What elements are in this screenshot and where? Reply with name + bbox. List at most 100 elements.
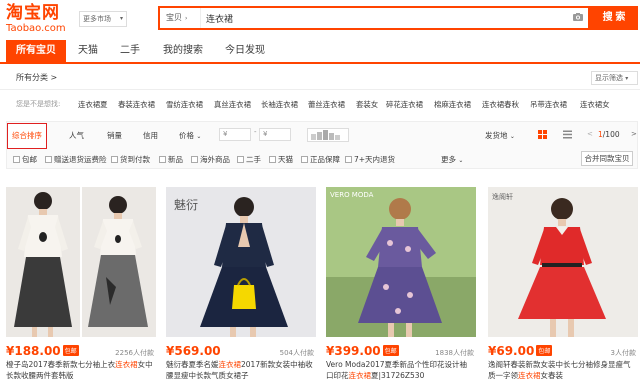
- sort-popularity[interactable]: 人气: [69, 130, 84, 141]
- suggestion-link[interactable]: 连衣裙夏: [78, 99, 108, 110]
- product-image[interactable]: 魅衍: [166, 187, 316, 337]
- pager-indicator: 1/100: [598, 130, 620, 139]
- price-to-input[interactable]: ¥: [259, 128, 291, 141]
- brand-watermark: 魅衍: [174, 197, 198, 212]
- filter-tmall[interactable]: 天猫: [269, 154, 293, 165]
- chevron-down-icon: ▾: [625, 75, 629, 82]
- suggestion-link[interactable]: 棉麻连衣裙: [434, 99, 471, 110]
- suggestion-link[interactable]: 套装女: [356, 99, 378, 110]
- checkbox[interactable]: [191, 156, 198, 163]
- checkbox[interactable]: [301, 156, 308, 163]
- sort-price[interactable]: 价格 ⌄: [179, 130, 201, 141]
- filter-free-shipping[interactable]: 包邮: [13, 154, 37, 165]
- chevron-down-icon: ⌄: [509, 133, 515, 140]
- checkbox[interactable]: [345, 156, 352, 163]
- pager-next-button[interactable]: >: [631, 130, 637, 138]
- suggestion-link[interactable]: 长袖连衣裙: [261, 99, 298, 110]
- checkbox[interactable]: [45, 156, 52, 163]
- product-title[interactable]: 逸阁轩春装新款女装中长七分袖修身显瘦气质一字领连衣裙女春装: [488, 359, 636, 383]
- product-title[interactable]: Vero Moda2017夏季新品个性印花设计袖口印花连衣裙夏|31726Z53…: [326, 359, 474, 383]
- checkbox-label: 7+天内退货: [354, 155, 396, 164]
- filter-7-day-return[interactable]: 7+天内退货: [345, 154, 395, 165]
- sort-sales[interactable]: 销量: [107, 130, 122, 141]
- suggestion-link[interactable]: 吊带连衣裙: [530, 99, 567, 110]
- product-photo: 魅衍: [166, 187, 316, 337]
- tab-today-discover[interactable]: 今日发现: [218, 40, 272, 62]
- price-from-input[interactable]: ¥: [219, 128, 251, 141]
- product-photo: [6, 187, 156, 337]
- free-shipping-badge: 包邮: [62, 345, 79, 356]
- filter-second-hand[interactable]: 二手: [237, 154, 261, 165]
- product-card[interactable]: ¥188.00 包邮 2256人付款 橙子岛2017春季新款七分袖上衣连衣裙女中长…: [6, 187, 156, 383]
- checkbox[interactable]: [13, 156, 20, 163]
- all-categories-link[interactable]: 所有分类 >: [16, 72, 57, 83]
- checkbox-label: 天猫: [278, 155, 293, 164]
- search-button[interactable]: 搜 索: [590, 6, 638, 30]
- more-filters-label: 更多: [441, 155, 456, 164]
- suggestion-link[interactable]: 真丝连衣裙: [214, 99, 251, 110]
- page-total: /100: [602, 130, 620, 139]
- tab-tmall[interactable]: 天猫: [70, 40, 106, 62]
- sort-price-label: 价格: [179, 131, 194, 140]
- chevron-down-icon: ⌄: [458, 157, 464, 164]
- product-grid: ¥188.00 包邮 2256人付款 橙子岛2017春季新款七分袖上衣连衣裙女中长…: [0, 187, 640, 383]
- keyword-suggestions: 您是不是想找: 连衣裙夏 春装连衣裙 雪纺连衣裙 真丝连衣裙 长袖连衣裙 蕾丝连…: [6, 93, 638, 117]
- display-filter-dropdown[interactable]: 显示筛选 ▾: [591, 71, 638, 85]
- checkbox[interactable]: [269, 156, 276, 163]
- tab-my-search[interactable]: 我的搜索: [156, 40, 210, 62]
- product-image[interactable]: VERO MODA: [326, 187, 476, 337]
- product-sales: 3人付款: [610, 349, 636, 357]
- suggestion-link[interactable]: 雪纺连衣裙: [166, 99, 203, 110]
- suggestion-link[interactable]: 碎花连衣裙: [386, 99, 423, 110]
- merge-same-items-button[interactable]: 合并同款宝贝: [581, 151, 633, 166]
- checkbox[interactable]: [159, 156, 166, 163]
- suggestion-link[interactable]: 连衣裙女: [580, 99, 610, 110]
- grid-view-icon[interactable]: [538, 130, 547, 139]
- sort-credit[interactable]: 信用: [143, 130, 158, 141]
- checkbox[interactable]: [237, 156, 244, 163]
- tab-second-hand[interactable]: 二手: [112, 40, 148, 62]
- product-card[interactable]: 逸阁轩 ¥69.00 包邮 3人付款 逸阁轩春装新款女装中长七分袖修身显瘦气质一字…: [488, 187, 638, 383]
- product-image[interactable]: [6, 187, 156, 337]
- filter-cash-on-delivery[interactable]: 货到付款: [111, 154, 150, 165]
- pager-prev-button[interactable]: <: [587, 130, 593, 138]
- product-title[interactable]: 橙子岛2017春季新款七分袖上衣连衣裙女中长款收腰两件套韩版: [6, 359, 154, 383]
- taobao-logo[interactable]: 淘宝网 Taobao.com: [6, 3, 68, 34]
- camera-icon[interactable]: [572, 11, 584, 23]
- product-card[interactable]: 魅衍 ¥569.00 504人付款 魅衍春夏季名媛连衣裙2017新款女装中袖收腰…: [166, 187, 316, 383]
- shipping-location-dropdown[interactable]: 发货地 ⌄: [485, 130, 515, 141]
- free-shipping-badge: 包邮: [536, 345, 553, 356]
- header: 淘宝网 Taobao.com 更多市场 ▾ 宝贝› 搜 索: [0, 0, 640, 37]
- product-sales: 2256人付款: [115, 349, 154, 357]
- filter-overseas[interactable]: 海外商品: [191, 154, 230, 165]
- checkbox-label: 货到付款: [120, 155, 150, 164]
- search-input[interactable]: [200, 8, 570, 28]
- product-title[interactable]: 魅衍春夏季名媛连衣裙2017新款女装中袖收腰显瘦中长款气质女裙子: [166, 359, 314, 383]
- checkbox[interactable]: [111, 156, 118, 163]
- filter-authentic[interactable]: 正品保障: [301, 154, 340, 165]
- checkbox-label: 赠送退货运费险: [54, 155, 107, 164]
- suggestion-link[interactable]: 蕾丝连衣裙: [308, 99, 345, 110]
- product-sales: 1838人付款: [435, 349, 474, 357]
- price-histogram-icon[interactable]: [307, 128, 349, 142]
- list-view-icon[interactable]: [563, 130, 572, 139]
- search-type-dropdown[interactable]: 宝贝 ›: [166, 8, 187, 28]
- sort-comprehensive[interactable]: 综合排序: [7, 123, 47, 149]
- title-keyword: 连衣裙: [115, 360, 138, 369]
- price-range-dash: -: [254, 128, 257, 136]
- product-card[interactable]: VERO MODA ¥399.00 包邮 1838人付款 Vero Moda201…: [326, 187, 476, 383]
- product-price: ¥69.00 包邮: [488, 344, 553, 358]
- product-image[interactable]: 逸阁轩: [488, 187, 638, 337]
- checkbox-label: 新品: [168, 155, 183, 164]
- filter-new-items[interactable]: 新品: [159, 154, 183, 165]
- tab-all-items[interactable]: 所有宝贝: [6, 40, 66, 62]
- price-value: ¥188.00: [6, 344, 61, 358]
- product-photo: VERO MODA: [326, 187, 476, 337]
- price-value: ¥69.00: [488, 344, 535, 358]
- filter-return-insurance[interactable]: 赠送退货运费险: [45, 154, 107, 165]
- suggestion-link[interactable]: 春装连衣裙: [118, 99, 155, 110]
- suggestion-link[interactable]: 连衣裙春秋: [482, 99, 519, 110]
- checkbox-label: 包邮: [22, 155, 37, 164]
- more-filters-dropdown[interactable]: 更多 ⌄: [441, 154, 463, 165]
- more-markets-dropdown[interactable]: 更多市场 ▾: [79, 11, 127, 27]
